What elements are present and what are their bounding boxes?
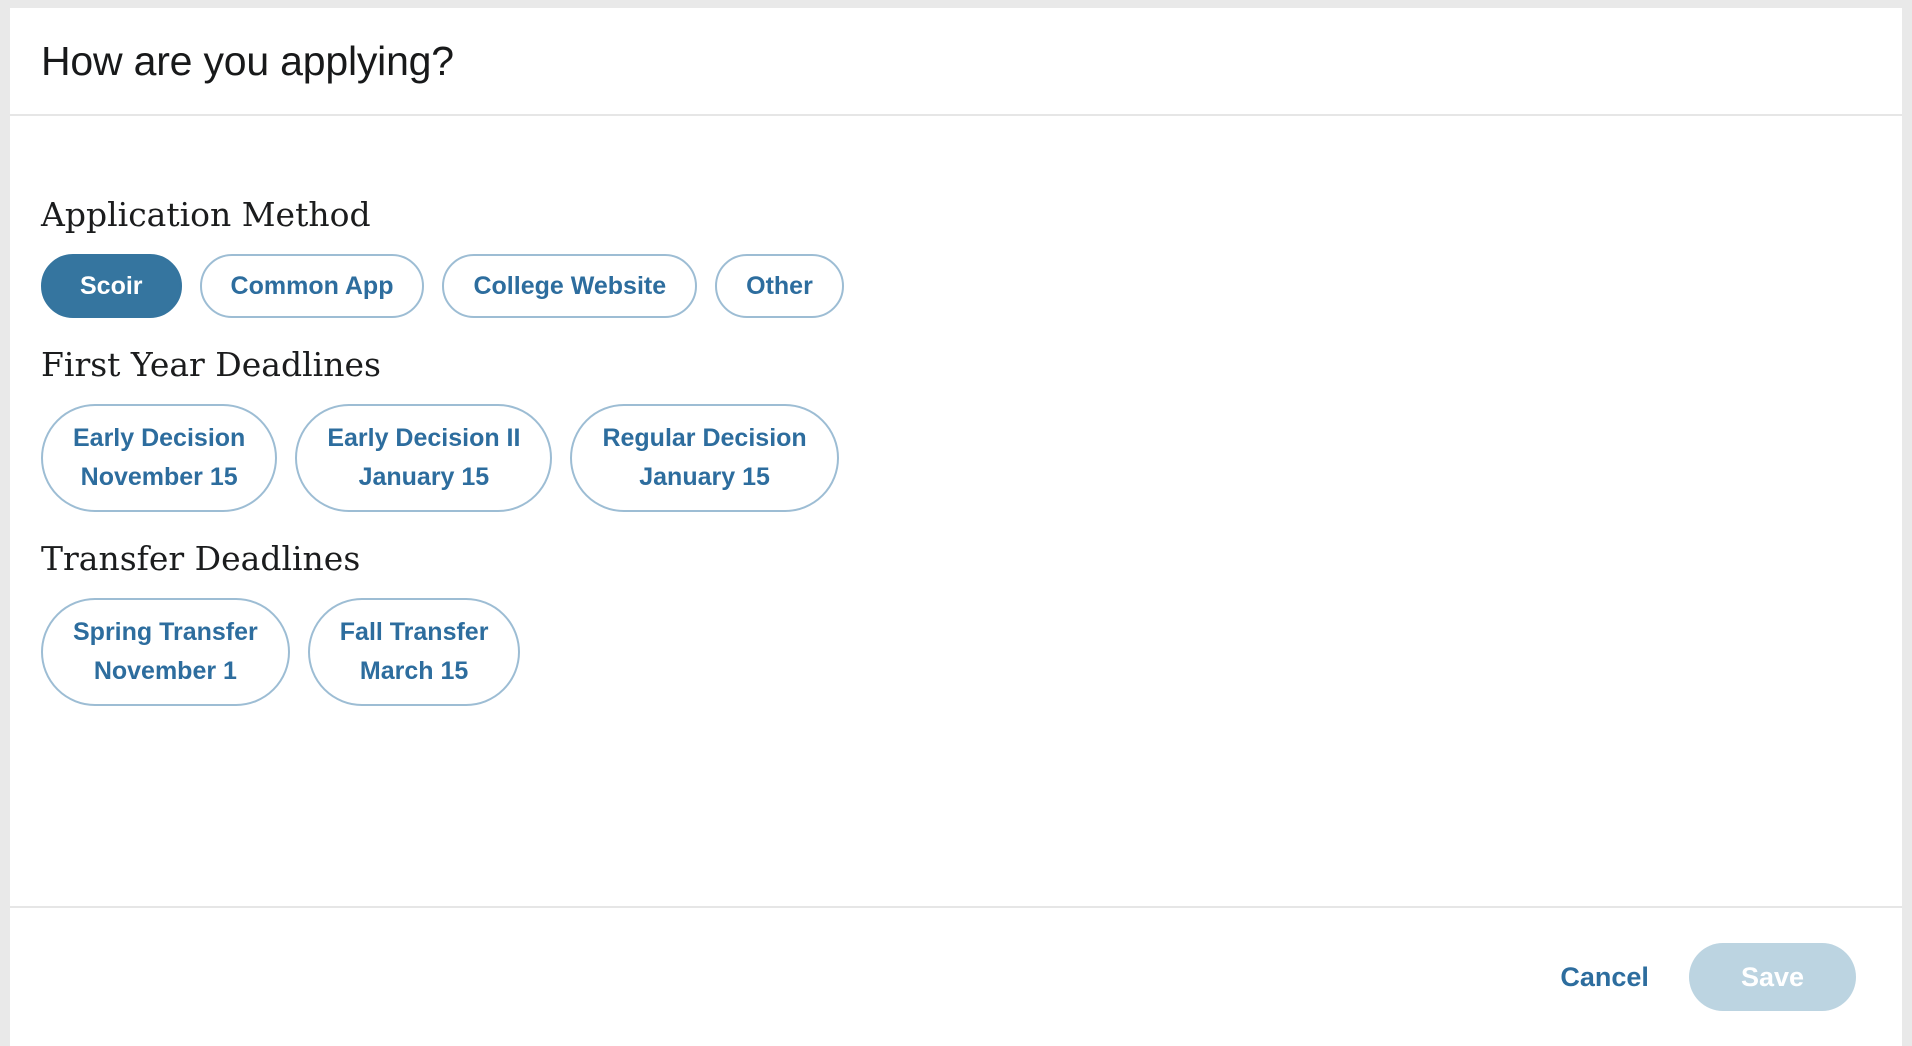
section-heading-transfer-deadlines: Transfer Deadlines [41,539,361,578]
modal-header: How are you applying? [10,8,1902,116]
cancel-button[interactable]: Cancel [1554,952,1655,1003]
transfer-deadline-options: Spring Transfer November 1 Fall Transfer… [41,598,1871,706]
section-heading-first-year-deadlines: First Year Deadlines [41,345,381,384]
application-method-options: Scoir Common App College Website Other [41,254,1871,318]
deadline-date: January 15 [358,463,490,491]
deadline-fall-transfer[interactable]: Fall Transfer March 15 [307,598,521,706]
application-method-modal: How are you applying? Application Method… [10,8,1902,1046]
section-heading-application-method: Application Method [41,195,371,234]
deadline-early-decision[interactable]: Early Decision November 15 [41,404,278,512]
modal-body: Application Method Scoir Common App Coll… [10,116,1902,906]
option-label: Scoir [80,271,143,300]
option-label: College Website [473,271,667,300]
option-common-app[interactable]: Common App [199,254,425,318]
option-scoir[interactable]: Scoir [41,254,182,318]
page-title: How are you applying? [41,37,454,84]
section-first-year-deadlines: First Year Deadlines Early Decision Nove… [41,318,1871,512]
first-year-deadline-options: Early Decision November 15 Early Decisio… [41,404,1871,512]
deadline-date: January 15 [639,463,770,491]
deadline-date: November 1 [93,657,237,685]
save-button[interactable]: Save [1688,943,1856,1011]
deadline-name: Early Decision II [327,424,521,452]
option-other[interactable]: Other [715,254,844,318]
section-application-method: Application Method Scoir Common App Coll… [41,116,1871,318]
deadline-date: November 15 [80,463,238,491]
option-college-website[interactable]: College Website [442,254,698,318]
option-label: Other [746,271,813,300]
deadline-name: Regular Decision [602,424,807,452]
modal-footer: Cancel Save [10,906,1902,1046]
section-transfer-deadlines: Transfer Deadlines Spring Transfer Novem… [41,512,1871,706]
deadline-date: March 15 [359,657,469,685]
deadline-regular-decision[interactable]: Regular Decision January 15 [570,404,839,512]
option-label: Common App [230,271,394,300]
deadline-name: Spring Transfer [73,618,258,646]
deadline-name: Fall Transfer [339,618,489,646]
deadline-name: Early Decision [73,424,246,452]
deadline-early-decision-ii[interactable]: Early Decision II January 15 [295,404,553,512]
deadline-spring-transfer[interactable]: Spring Transfer November 1 [41,598,290,706]
